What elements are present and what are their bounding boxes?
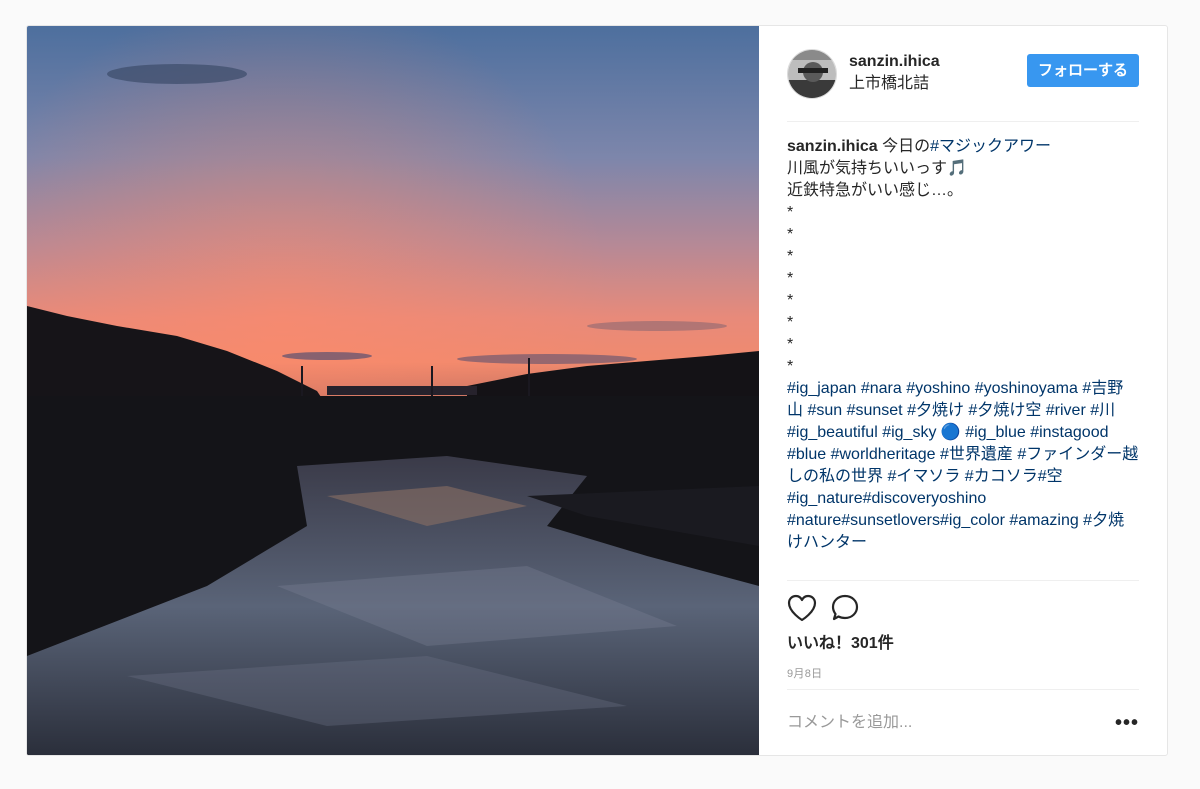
heart-icon[interactable] bbox=[787, 594, 817, 622]
follow-button[interactable]: フォローする bbox=[1026, 54, 1139, 87]
caption-body: 川風が気持ちいいっす🎵 近鉄特急がいい感じ…。 * * * * * * * * bbox=[787, 160, 967, 375]
comment-bubble-icon[interactable] bbox=[831, 594, 861, 622]
avatar-image bbox=[788, 49, 836, 98]
comment-bar: ••• bbox=[787, 689, 1139, 755]
post-card: sanzin.ihica 上市橋北詰 フォローする sanzin.ihica 今… bbox=[26, 25, 1168, 756]
location[interactable]: 上市橋北詰 bbox=[849, 73, 1027, 95]
post-sidebar: sanzin.ihica 上市橋北詰 フォローする sanzin.ihica 今… bbox=[759, 26, 1167, 755]
avatar[interactable] bbox=[787, 48, 837, 99]
post-header: sanzin.ihica 上市橋北詰 フォローする bbox=[787, 26, 1139, 122]
username[interactable]: sanzin.ihica bbox=[849, 52, 1027, 72]
user-block: sanzin.ihica 上市橋北詰 bbox=[849, 52, 1027, 95]
comment-input[interactable] bbox=[787, 713, 1087, 732]
caption-hashtag-intro[interactable]: #マジックアワー bbox=[930, 138, 1051, 155]
likes-count[interactable]: いいね！301件 bbox=[787, 629, 1139, 653]
caption-hashtags[interactable]: #ig_japan #nara #yoshino #yoshinoyama #吉… bbox=[787, 380, 1138, 551]
action-bar bbox=[787, 581, 1139, 621]
sunset-river-photo bbox=[27, 26, 759, 755]
caption: sanzin.ihica 今日の#マジックアワー 川風が気持ちいいっす🎵 近鉄特… bbox=[787, 122, 1139, 581]
post-date[interactable]: 9月8日 bbox=[787, 665, 1139, 681]
post-photo[interactable] bbox=[27, 26, 759, 755]
caption-username[interactable]: sanzin.ihica bbox=[787, 138, 878, 155]
more-options-icon[interactable]: ••• bbox=[1115, 713, 1139, 733]
caption-intro: 今日の bbox=[877, 138, 931, 155]
